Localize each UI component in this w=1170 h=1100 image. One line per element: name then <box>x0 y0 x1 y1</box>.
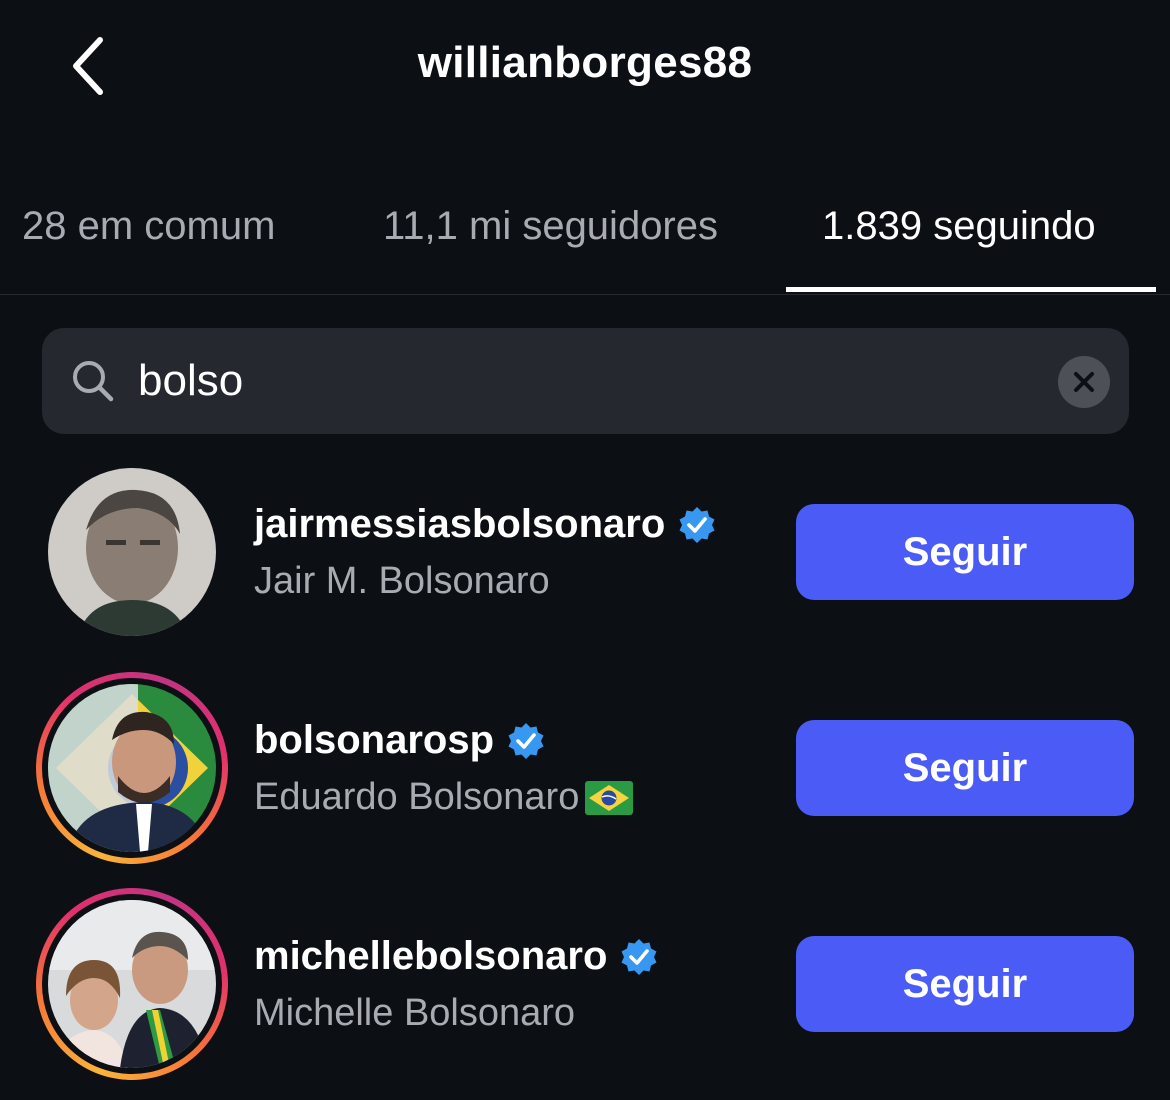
username-text: bolsonarosp <box>254 718 495 762</box>
clear-search-button[interactable] <box>1058 356 1110 408</box>
full-name: Eduardo Bolsonaro <box>254 776 634 819</box>
active-tab-indicator <box>786 287 1156 292</box>
tab-following[interactable]: 1.839 seguindo <box>822 204 1096 249</box>
full-name: Jair M. Bolsonaro <box>254 560 550 603</box>
list-item[interactable]: jairmessiasbolsonaro Jair M. Bolsonaro S… <box>0 468 1170 668</box>
full-name: Michelle Bolsonaro <box>254 992 575 1035</box>
follow-button[interactable]: Seguir <box>796 720 1134 816</box>
username[interactable]: jairmessiasbolsonaro <box>254 502 717 547</box>
avatar[interactable] <box>48 900 216 1068</box>
avatar-photo <box>48 468 216 636</box>
page-title: willianborges88 <box>417 38 753 87</box>
full-name-text: Michelle Bolsonaro <box>254 992 576 1034</box>
avatar-photo <box>48 900 216 1068</box>
follow-button[interactable]: Seguir <box>796 936 1134 1032</box>
tab-mutual[interactable]: 28 em comum <box>22 204 275 249</box>
avatar-photo <box>48 684 216 852</box>
username-text: michellebolsonaro <box>254 934 608 978</box>
username-text: jairmessiasbolsonaro <box>254 502 666 546</box>
search-input[interactable] <box>138 350 1038 412</box>
full-name-text: Eduardo Bolsonaro <box>254 776 580 818</box>
full-name-text: Jair M. Bolsonaro <box>254 560 550 602</box>
close-icon <box>1074 372 1094 392</box>
list-item[interactable]: michellebolsonaro Michelle Bolsonaro Seg… <box>0 888 1170 1100</box>
avatar[interactable] <box>48 684 216 852</box>
top-bar: willianborges88 <box>0 0 1170 140</box>
verified-badge-icon <box>508 722 544 759</box>
avatar[interactable] <box>48 468 216 636</box>
brazil-flag-icon <box>585 780 634 815</box>
username[interactable]: michellebolsonaro <box>254 934 659 979</box>
username[interactable]: bolsonarosp <box>254 718 546 763</box>
search-bar[interactable] <box>42 328 1129 434</box>
list-item[interactable]: bolsonarosp Eduardo Bolsonaro Seguir <box>0 672 1170 884</box>
profile-tabs: 28 em comum 11,1 mi seguidores 1.839 seg… <box>0 180 1170 295</box>
verified-badge-icon <box>621 938 657 975</box>
search-icon <box>73 361 114 402</box>
follow-button[interactable]: Seguir <box>796 504 1134 600</box>
verified-badge-icon <box>679 506 715 543</box>
tab-followers[interactable]: 11,1 mi seguidores <box>383 204 718 249</box>
